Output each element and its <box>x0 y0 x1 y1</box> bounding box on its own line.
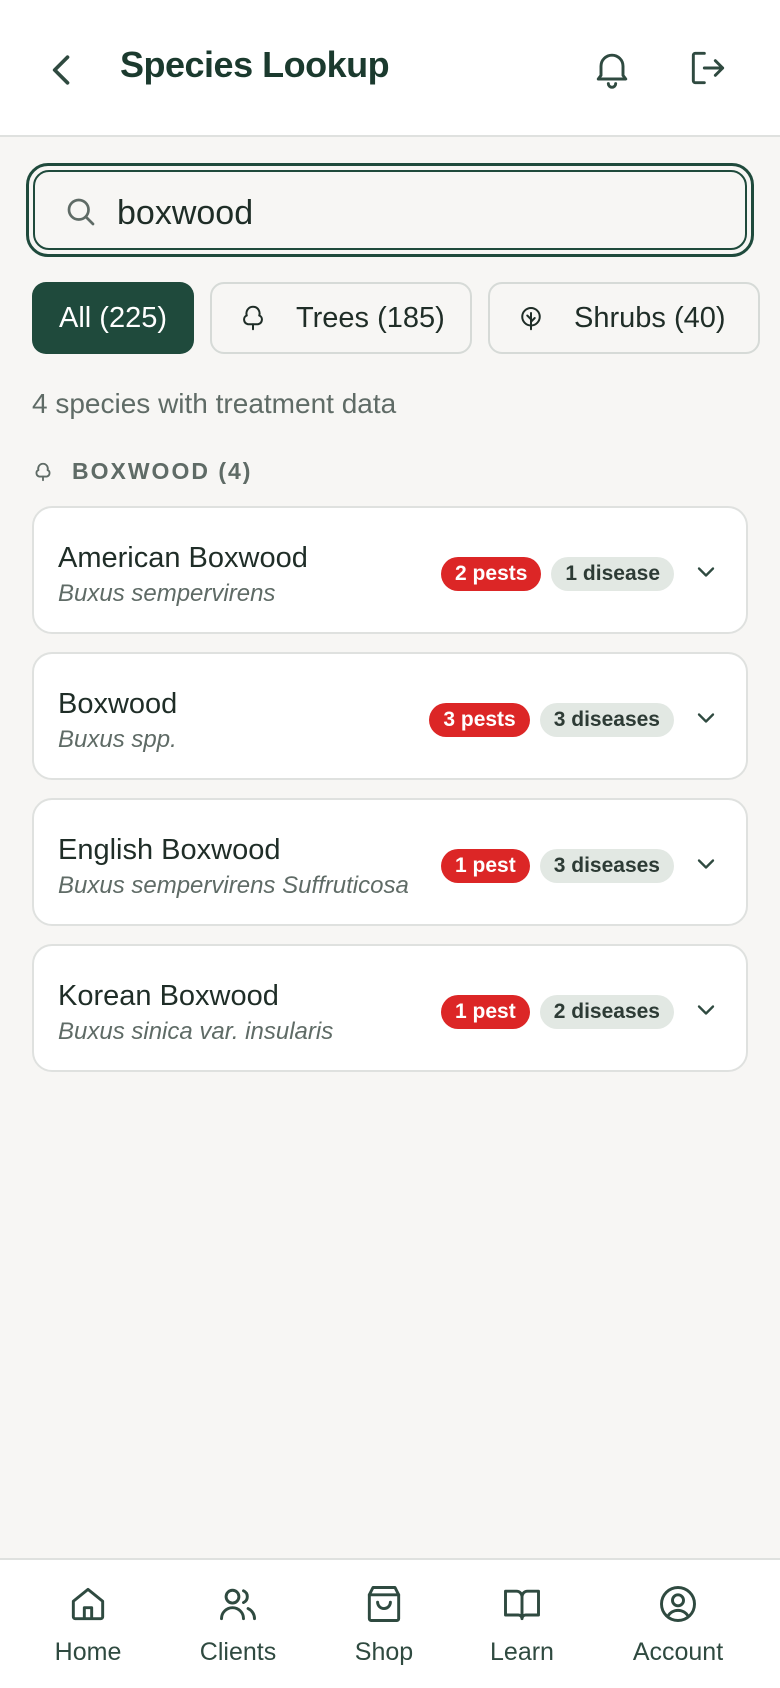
nav-learn-label: Learn <box>490 1638 554 1666</box>
filter-trees[interactable]: Trees (185) <box>210 282 472 354</box>
bell-icon <box>596 53 628 89</box>
search-box[interactable] <box>26 163 754 257</box>
home-icon <box>66 1582 110 1626</box>
page-title: Species Lookup <box>120 44 390 85</box>
group-header-label: BOXWOOD (4) <box>72 458 253 484</box>
species-scientific-name: Buxus sinica var. insularis <box>58 1018 334 1045</box>
expand-button[interactable] <box>692 996 720 1024</box>
nav-account-label: Account <box>632 1638 724 1666</box>
species-name: Boxwood <box>58 688 178 720</box>
chevron-down-icon <box>697 859 715 869</box>
tree-icon <box>32 461 54 483</box>
filter-all-label: All (225) <box>59 301 167 334</box>
pest-count-badge: 2 pests <box>441 557 542 591</box>
species-card[interactable]: English Boxwood Buxus sempervirens Suffr… <box>32 798 748 926</box>
chevron-left-icon <box>52 55 70 85</box>
search-icon <box>63 194 99 230</box>
nav-account[interactable]: Account <box>608 1582 748 1667</box>
app-header: Species Lookup <box>0 0 780 137</box>
disease-count-badge: 2 diseases <box>539 995 674 1029</box>
nav-learn[interactable]: Learn <box>452 1582 592 1667</box>
back-button[interactable] <box>40 48 84 92</box>
nav-shop-label: Shop <box>354 1638 414 1666</box>
search-input[interactable] <box>117 186 717 240</box>
nav-clients-label: Clients <box>199 1638 277 1666</box>
filter-trees-label: Trees (185) <box>296 301 445 334</box>
tree-icon <box>238 303 268 333</box>
species-scientific-name: Buxus spp. <box>58 726 177 753</box>
result-count: 4 species with treatment data <box>32 388 397 419</box>
bottom-nav: Home Clients Shop Learn Account <box>0 1558 780 1688</box>
user-circle-icon <box>656 1582 700 1626</box>
group-header: BOXWOOD (4) <box>32 458 252 485</box>
disease-count-badge: 1 disease <box>551 557 674 591</box>
filter-all[interactable]: All (225) <box>32 282 194 354</box>
species-scientific-name: Buxus sempervirens <box>58 580 276 607</box>
pest-count-badge: 1 pest <box>441 995 530 1029</box>
users-icon <box>216 1582 260 1626</box>
nav-clients[interactable]: Clients <box>168 1582 308 1667</box>
species-scientific-name: Buxus sempervirens Suffruticosa <box>58 872 409 899</box>
logout-button[interactable] <box>686 46 730 90</box>
species-name: American Boxwood <box>58 542 308 574</box>
chevron-down-icon <box>697 713 715 723</box>
shrub-icon <box>516 303 546 333</box>
disease-count-badge: 3 diseases <box>539 849 674 883</box>
notifications-button[interactable] <box>590 46 634 90</box>
pest-count-badge: 3 pests <box>429 703 530 737</box>
species-name: English Boxwood <box>58 834 281 866</box>
shopping-bag-icon <box>362 1582 406 1626</box>
filter-shrubs[interactable]: Shrubs (40) <box>488 282 760 354</box>
species-card[interactable]: American Boxwood Buxus sempervirens 2 pe… <box>32 506 748 634</box>
disease-count-badge: 3 diseases <box>539 703 674 737</box>
species-name: Korean Boxwood <box>58 980 279 1012</box>
expand-button[interactable] <box>692 704 720 732</box>
chevron-down-icon <box>697 567 715 577</box>
species-card[interactable]: Korean Boxwood Buxus sinica var. insular… <box>32 944 748 1072</box>
nav-home-label: Home <box>54 1638 122 1666</box>
book-icon <box>500 1582 544 1626</box>
logout-icon <box>691 51 725 85</box>
filter-shrubs-label: Shrubs (40) <box>574 301 726 334</box>
chevron-down-icon <box>697 1005 715 1015</box>
species-card[interactable]: Boxwood Buxus spp. 3 pests 3 diseases <box>32 652 748 780</box>
expand-button[interactable] <box>692 558 720 586</box>
nav-shop[interactable]: Shop <box>314 1582 454 1667</box>
search-field[interactable] <box>33 170 747 250</box>
pest-count-badge: 1 pest <box>441 849 530 883</box>
nav-home[interactable]: Home <box>18 1582 158 1667</box>
expand-button[interactable] <box>692 850 720 878</box>
